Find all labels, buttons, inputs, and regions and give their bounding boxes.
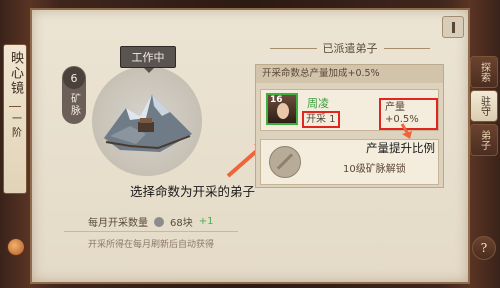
help-icon: ? [480, 241, 488, 255]
help-button[interactable]: ? [472, 236, 496, 260]
building-title-plaque: 映心镜 一阶 [3, 44, 27, 194]
dispatched-panel: 开采命数总产量加成+0.5% 16 周凌 开采 1 产量+0.5% 10级矿脉解… [255, 64, 444, 188]
disciple-avatar[interactable]: 16 [266, 93, 298, 125]
divider [64, 231, 238, 232]
tab-explore[interactable]: 探索 [470, 56, 498, 88]
locked-slot-icon [269, 146, 301, 178]
bonus-annotation: 产量提升比例 [366, 141, 435, 155]
work-status-label: 工作中 [120, 46, 176, 73]
disciple-level: 16 [270, 95, 283, 105]
info-icon [451, 21, 455, 33]
disciple-name: 周凌 [307, 97, 329, 110]
tab-disciples-label: 弟子 [478, 130, 490, 150]
building-rank: 一阶 [9, 113, 21, 141]
title-rule-right [383, 47, 430, 49]
tab-disciples[interactable]: 弟子 [470, 124, 498, 156]
monthly-output-row: 每月开采数量 68块 +1 [88, 214, 213, 229]
monthly-output-value: 68块 [170, 218, 193, 229]
tab-garrison-label: 驻守 [478, 96, 490, 116]
dispatched-title-text: 已派遣弟子 [322, 42, 378, 55]
building-title: 映心镜 [8, 51, 23, 96]
instruction-caption: 选择命数为开采的弟子 [130, 184, 256, 199]
title-divider [9, 106, 21, 107]
monthly-output-label: 每月开采数量 [88, 218, 148, 229]
disciple-job: 开采 1 [302, 111, 340, 128]
mine-type: 矿脉 [68, 93, 80, 117]
tab-garrison[interactable]: 驻守 [470, 90, 498, 122]
dispatched-title: 已派遣弟子 [270, 40, 430, 56]
mine-level: 6 [63, 67, 85, 89]
gem-icon[interactable] [7, 238, 25, 256]
mine-mountain-icon[interactable] [100, 86, 196, 156]
title-rule-left [270, 47, 317, 49]
info-button[interactable] [442, 16, 464, 38]
mine-level-badge: 6 矿脉 [62, 66, 86, 124]
monthly-output-bonus: +1 [198, 216, 214, 227]
unlock-requirement: 10级矿脉解锁 [343, 164, 406, 175]
arrow-to-bonus-icon [400, 123, 412, 139]
tab-explore-label: 探索 [478, 62, 490, 82]
ore-icon [154, 216, 164, 227]
total-bonus-header: 开采命数总产量加成+0.5% [256, 65, 443, 83]
auto-collect-note: 开采所得在每月刷新后自动获得 [88, 240, 215, 250]
avatar-face [277, 103, 289, 119]
